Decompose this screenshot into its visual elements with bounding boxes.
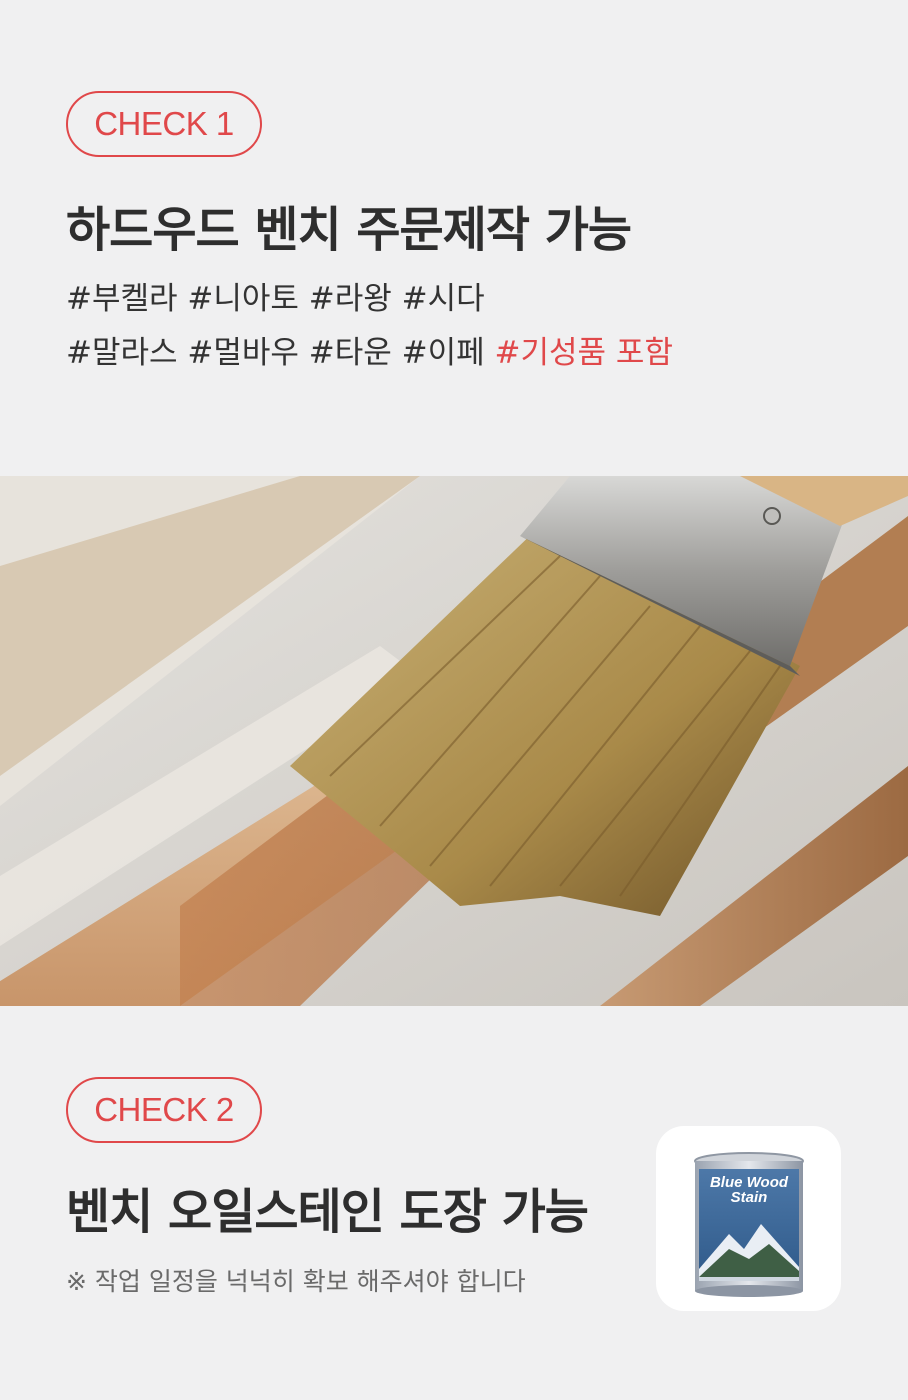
schedule-note: ※ 작업 일정을 넉넉히 확보 해주셔야 합니다 bbox=[66, 1267, 526, 1296]
stain-can-icon: Blue Wood Stain bbox=[693, 1151, 804, 1297]
section-title-1: 하드우드 벤치 주문제작 가능 bbox=[66, 202, 632, 258]
tag-highlight: #기성품 포함 bbox=[494, 335, 673, 371]
wood-tag-list: #부켈라 #니아토 #라왕 #시다 #말라스 #멀바우 #타운 #이페 #기성품… bbox=[66, 272, 673, 380]
paint-brush-on-wood-illustration bbox=[0, 476, 908, 1006]
check-badge-1: CHECK 1 bbox=[66, 91, 262, 157]
check-badge-2: CHECK 2 bbox=[66, 1077, 262, 1143]
section-title-2: 벤치 오일스테인 도장 가능 bbox=[66, 1184, 589, 1240]
tags-line-1: #부켈라 #니아토 #라왕 #시다 bbox=[66, 281, 485, 317]
tags-line-2-text: #말라스 #멀바우 #타운 #이페 bbox=[66, 335, 485, 371]
paint-brush-photo bbox=[0, 476, 908, 1006]
tags-line-2: #말라스 #멀바우 #타운 #이페 #기성품 포함 bbox=[66, 326, 673, 380]
can-label-line-2: Stain bbox=[730, 1189, 767, 1206]
product-card: Blue Wood Stain bbox=[656, 1126, 841, 1311]
